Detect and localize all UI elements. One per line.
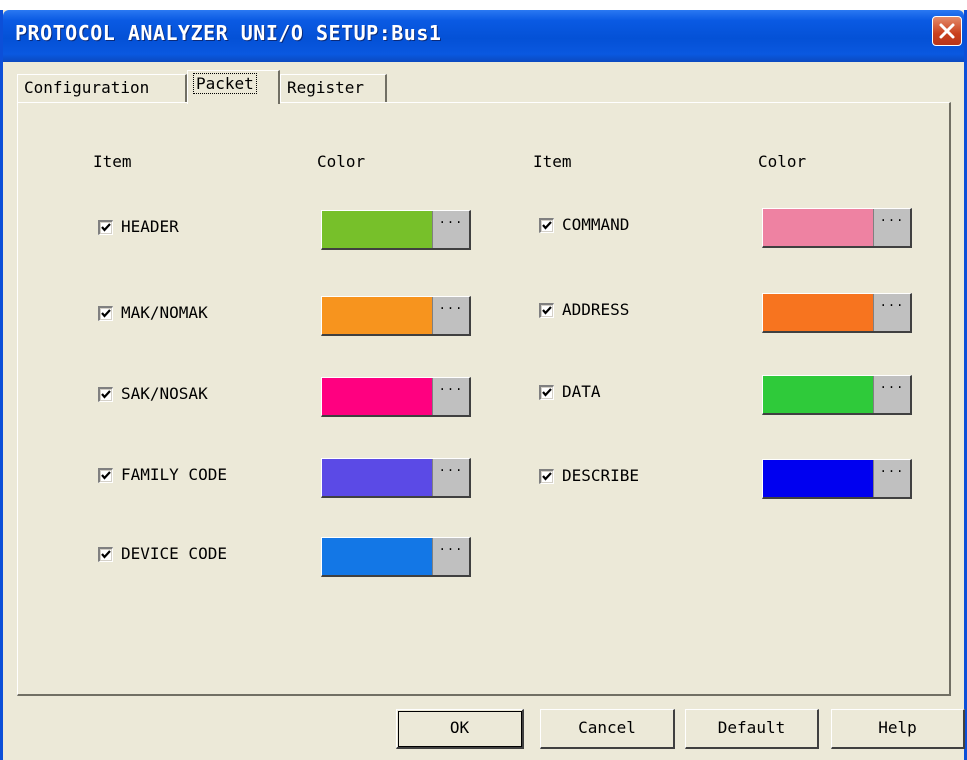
cancel-button[interactable]: Cancel <box>540 709 675 749</box>
sak-nosak-checkbox[interactable] <box>98 387 113 402</box>
describe-color-swatch <box>763 460 874 497</box>
left-color-header: Color <box>317 152 366 171</box>
header-color-browse-button[interactable]: ... <box>432 211 469 248</box>
title-bar[interactable]: PROTOCOL ANALYZER UNI/O SETUP:Bus1 <box>3 10 964 62</box>
checkmark-icon <box>542 388 552 397</box>
checkmark-icon <box>542 306 552 315</box>
packet-item-row: DEVICE CODE ... <box>98 537 498 577</box>
command-color-browse-button[interactable]: ... <box>873 209 910 246</box>
family-code-checkbox[interactable] <box>98 468 113 483</box>
header-color-swatch <box>322 211 433 248</box>
family-code-color-browse-button[interactable]: ... <box>432 459 469 496</box>
data-color-browse-button[interactable]: ... <box>873 376 910 413</box>
address-checkbox[interactable] <box>539 303 554 318</box>
packet-item-row: HEADER ... <box>98 210 498 250</box>
sak-nosak-label: SAK/NOSAK <box>121 384 208 403</box>
mak-nomak-color-swatch <box>322 297 433 334</box>
describe-checkbox[interactable] <box>539 469 554 484</box>
packet-item-row: ADDRESS ... <box>539 293 939 333</box>
ok-button[interactable]: OK <box>396 709 524 749</box>
packet-item-row: SAK/NOSAK ... <box>98 377 498 417</box>
device-code-color-browse-button[interactable]: ... <box>432 538 469 575</box>
right-color-header: Color <box>758 152 807 171</box>
data-label: DATA <box>562 382 601 401</box>
data-checkbox[interactable] <box>539 385 554 400</box>
command-color-picker[interactable]: ... <box>762 208 912 248</box>
describe-color-picker[interactable]: ... <box>762 459 912 499</box>
command-label: COMMAND <box>562 215 630 234</box>
device-code-checkbox[interactable] <box>98 547 113 562</box>
mak-nomak-color-browse-button[interactable]: ... <box>432 297 469 334</box>
left-item-header: Item <box>93 152 132 171</box>
right-item-header: Item <box>533 152 572 171</box>
close-button[interactable] <box>932 16 962 46</box>
packet-item-row: FAMILY CODE ... <box>98 458 498 498</box>
address-color-browse-button[interactable]: ... <box>873 294 910 331</box>
header-checkbox[interactable] <box>98 220 113 235</box>
tab-register-label: Register <box>287 78 365 97</box>
packet-tab-panel: Item Color Item Color HEADER ... MAK/NOM… <box>17 102 951 696</box>
checkmark-icon <box>542 221 552 230</box>
data-color-picker[interactable]: ... <box>762 375 912 415</box>
packet-item-row: DESCRIBE ... <box>539 459 939 499</box>
packet-item-row: COMMAND ... <box>539 208 939 248</box>
sak-nosak-color-picker[interactable]: ... <box>321 377 471 417</box>
data-color-swatch <box>763 376 874 413</box>
checkmark-icon <box>101 390 111 399</box>
tab-configuration[interactable]: Configuration <box>17 74 187 102</box>
dialog-window: PROTOCOL ANALYZER UNI/O SETUP:Bus1 Confi… <box>0 10 967 760</box>
header-label: HEADER <box>121 217 179 236</box>
family-code-label: FAMILY CODE <box>121 465 227 484</box>
family-code-color-picker[interactable]: ... <box>321 458 471 498</box>
device-code-color-swatch <box>322 538 433 575</box>
checkmark-icon <box>542 472 552 481</box>
address-color-picker[interactable]: ... <box>762 293 912 333</box>
tab-packet[interactable]: Packet <box>187 70 280 104</box>
mak-nomak-color-picker[interactable]: ... <box>321 296 471 336</box>
sak-nosak-color-swatch <box>322 378 433 415</box>
window-title: PROTOCOL ANALYZER UNI/O SETUP:Bus1 <box>15 21 442 45</box>
tab-configuration-label: Configuration <box>24 78 150 97</box>
default-button[interactable]: Default <box>685 709 819 749</box>
device-code-label: DEVICE CODE <box>121 544 227 563</box>
command-checkbox[interactable] <box>539 218 554 233</box>
checkmark-icon <box>101 309 111 318</box>
family-code-color-swatch <box>322 459 433 496</box>
packet-item-row: DATA ... <box>539 375 939 415</box>
mak-nomak-checkbox[interactable] <box>98 306 113 321</box>
describe-color-browse-button[interactable]: ... <box>873 460 910 497</box>
device-code-color-picker[interactable]: ... <box>321 537 471 577</box>
checkmark-icon <box>101 550 111 559</box>
tab-packet-label: Packet <box>193 73 257 94</box>
sak-nosak-color-browse-button[interactable]: ... <box>432 378 469 415</box>
checkmark-icon <box>101 223 111 232</box>
close-icon <box>939 23 955 39</box>
help-button[interactable]: Help <box>831 709 965 749</box>
describe-label: DESCRIBE <box>562 466 640 485</box>
header-color-picker[interactable]: ... <box>321 210 471 250</box>
address-color-swatch <box>763 294 874 331</box>
checkmark-icon <box>101 471 111 480</box>
mak-nomak-label: MAK/NOMAK <box>121 303 208 322</box>
packet-item-row: MAK/NOMAK ... <box>98 296 498 336</box>
address-label: ADDRESS <box>562 300 630 319</box>
tab-register[interactable]: Register <box>280 74 387 102</box>
command-color-swatch <box>763 209 874 246</box>
